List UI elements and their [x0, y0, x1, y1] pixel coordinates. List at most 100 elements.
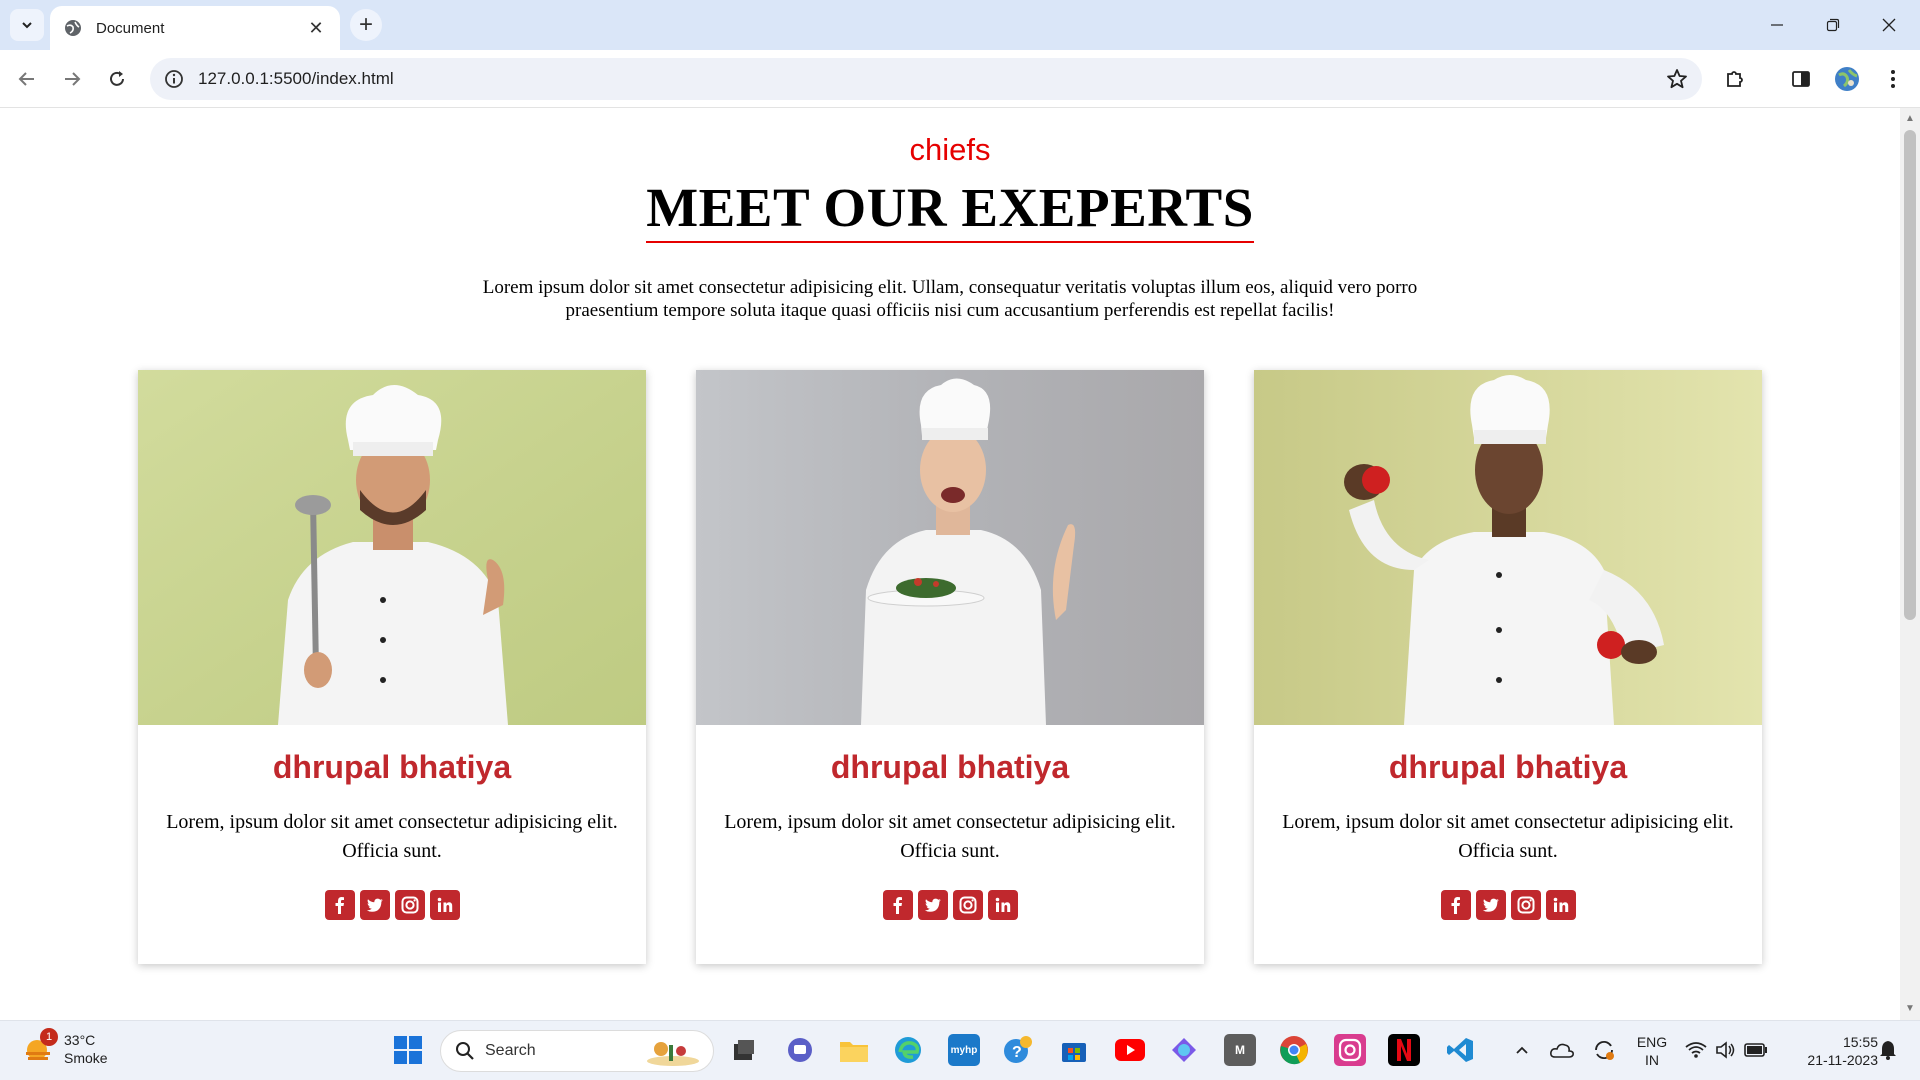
more-vertical-icon [1891, 70, 1895, 88]
temperature-text: 33°C [64, 1032, 96, 1048]
taskbar-get-help[interactable]: ? [1002, 1034, 1034, 1066]
chef-image-3 [1254, 370, 1762, 725]
taskbar-edge[interactable] [892, 1034, 924, 1066]
side-panel-button[interactable] [1784, 62, 1818, 96]
taskbar-youtube[interactable] [1114, 1034, 1146, 1066]
heading-wrapper: MEET OUR EXEPERTS [0, 176, 1900, 243]
wifi-icon [1685, 1042, 1707, 1058]
twitter-icon[interactable] [917, 890, 948, 920]
netflix-icon [1397, 1039, 1411, 1061]
linkedin-icon[interactable] [429, 890, 460, 920]
back-button[interactable] [10, 62, 44, 96]
close-tab-icon[interactable]: ✕ [306, 18, 326, 39]
chef-image-1 [138, 370, 646, 725]
chef-description-2: Lorem, ipsum dolor sit amet consectetur … [724, 811, 1176, 862]
notifications-button[interactable] [1872, 1034, 1904, 1066]
browser-toolbar: 127.0.0.1:5500/index.html [0, 50, 1920, 108]
taskbar-store[interactable] [1058, 1034, 1090, 1066]
facebook-icon[interactable] [324, 890, 355, 920]
forward-button[interactable] [55, 62, 89, 96]
chef-card-2: dhrupal bhatiya Lorem, ipsum dolor sit a… [696, 370, 1204, 964]
site-info-icon[interactable] [164, 69, 184, 89]
tray-wifi[interactable] [1680, 1034, 1712, 1066]
chevron-up-icon [1516, 1046, 1528, 1054]
language-line-2: IN [1645, 1052, 1659, 1068]
show-hidden-icons-button[interactable] [1506, 1034, 1538, 1066]
close-window-button[interactable] [1866, 8, 1912, 42]
social-links-1 [138, 890, 646, 920]
tab-search-dropdown-button[interactable] [10, 9, 44, 41]
battery-icon [1744, 1043, 1767, 1057]
twitter-icon[interactable] [359, 890, 390, 920]
reload-button[interactable] [100, 62, 134, 96]
taskbar-task-view[interactable] [728, 1034, 760, 1066]
tray-volume[interactable] [1710, 1034, 1742, 1066]
browser-menu-button[interactable] [1876, 62, 1910, 96]
instagram-icon[interactable] [1510, 890, 1541, 920]
language-line-1: ENG [1636, 1034, 1668, 1050]
chef-photo-2 [696, 370, 1204, 725]
facebook-icon[interactable] [882, 890, 913, 920]
instagram-icon[interactable] [394, 890, 425, 920]
minimize-button[interactable] [1754, 8, 1800, 42]
section-heading: MEET OUR EXEPERTS [646, 176, 1254, 243]
taskbar-copilot[interactable] [1168, 1034, 1200, 1066]
puzzle-icon [1727, 71, 1743, 87]
myhp-icon: myhp [950, 1044, 978, 1056]
vscode-icon [1447, 1038, 1473, 1062]
taskbar-search-box[interactable]: Search [440, 1030, 714, 1072]
twitter-icon[interactable] [1475, 890, 1506, 920]
tray-battery[interactable] [1740, 1034, 1772, 1066]
restore-button[interactable] [1810, 8, 1856, 42]
browser-tab[interactable]: Document ✕ [50, 6, 340, 50]
windows-start-icon [394, 1036, 422, 1064]
instagram-app-icon [1338, 1038, 1362, 1062]
linkedin-icon[interactable] [1545, 890, 1576, 920]
taskbar-myhp[interactable]: myhp [948, 1034, 980, 1066]
extensions-button[interactable] [1718, 62, 1752, 96]
profile-avatar[interactable] [1830, 62, 1864, 96]
start-button[interactable] [392, 1034, 424, 1066]
avatar-icon [1835, 67, 1859, 91]
section-subtitle: chiefs [909, 132, 991, 167]
bookmark-star-icon[interactable] [1666, 68, 1688, 90]
plus-icon: + [358, 11, 373, 38]
taskbar-chrome[interactable] [1278, 1034, 1310, 1066]
url-text[interactable]: 127.0.0.1:5500/index.html [198, 69, 394, 89]
page-scrollbar[interactable]: ▲ ▼ [1900, 108, 1920, 1020]
new-tab-button[interactable]: + [350, 9, 382, 41]
tray-sync[interactable] [1588, 1034, 1620, 1066]
facebook-icon[interactable] [1440, 890, 1471, 920]
clock-date: 21-11-2023 [1807, 1052, 1878, 1068]
copilot-icon [1172, 1038, 1196, 1062]
weather-widget[interactable]: 1 33°C Smoke [22, 1028, 108, 1067]
browser-tab-bar: Document ✕ + [0, 0, 1920, 50]
taskbar-app-m[interactable]: M [1224, 1034, 1256, 1066]
arrow-right-icon [65, 72, 81, 86]
taskbar-instagram[interactable] [1334, 1034, 1366, 1066]
clock[interactable]: 15:55 21-11-2023 [1782, 1033, 1878, 1069]
side-panel-icon [1792, 71, 1810, 87]
taskbar-file-explorer[interactable] [838, 1034, 870, 1066]
scrollbar-thumb[interactable] [1904, 130, 1916, 620]
scroll-down-arrow-icon[interactable]: ▼ [1905, 1004, 1915, 1014]
social-links-3 [1254, 890, 1762, 920]
social-links-2 [696, 890, 1204, 920]
chef-photo-1 [138, 370, 646, 725]
tray-onedrive[interactable] [1546, 1034, 1578, 1066]
reload-icon [110, 71, 124, 86]
windows-taskbar: 1 33°C Smoke Search myhp ? M ENG IN 15:5… [0, 1020, 1920, 1080]
taskbar-netflix[interactable] [1388, 1034, 1420, 1066]
taskbar-teams[interactable] [784, 1034, 816, 1066]
linkedin-icon[interactable] [987, 890, 1018, 920]
language-indicator[interactable]: ENG IN [1632, 1033, 1672, 1069]
chevron-down-icon [22, 22, 32, 29]
chef-image-2 [696, 370, 1204, 725]
instagram-icon[interactable] [952, 890, 983, 920]
taskbar-vscode[interactable] [1444, 1034, 1476, 1066]
address-bar[interactable]: 127.0.0.1:5500/index.html [150, 58, 1702, 100]
scroll-up-arrow-icon[interactable]: ▲ [1905, 114, 1915, 124]
chef-photo-3 [1254, 370, 1762, 725]
chef-name-1: dhrupal bhatiya [272, 749, 512, 785]
weather-icon: 1 [22, 1028, 58, 1066]
